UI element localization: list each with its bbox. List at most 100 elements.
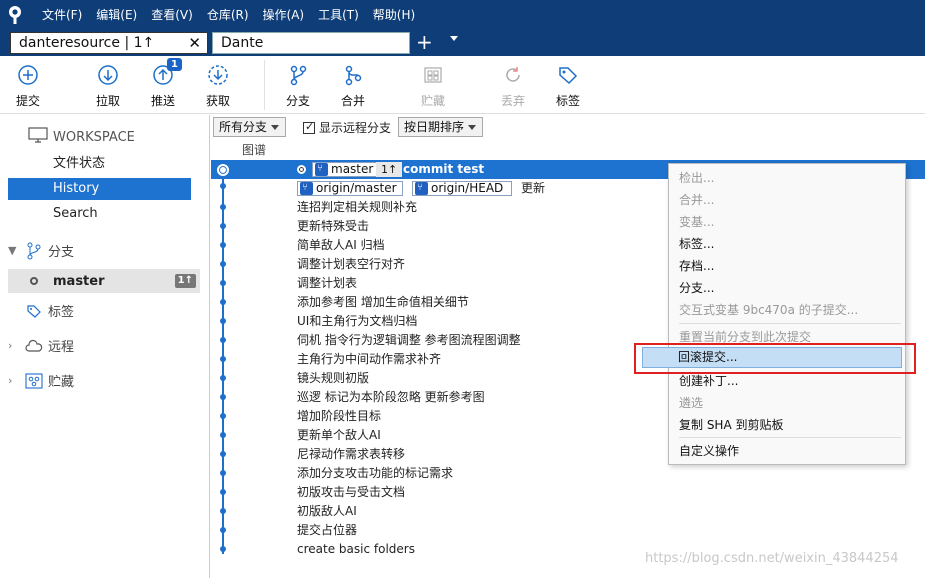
stash-icon [22,372,46,389]
chevron-down-icon: ▼ [8,244,17,257]
push-button[interactable]: 1 推送 [138,58,188,109]
commit-message: 镜头规则初版 [297,371,370,385]
monitor-icon [28,127,48,147]
menu-view[interactable]: 查看(V) [144,0,200,30]
tab-strip: danteresource | 1↑ ✕ Dante + [0,30,925,56]
menu-item-rebase[interactable]: 变基... [679,213,714,231]
sourcetree-logo-icon [0,0,30,30]
graph-column-header[interactable]: 图谱 [242,141,266,158]
menu-item-create-patch[interactable]: 创建补丁... [679,372,738,390]
commit-message: 连招判定相关规则补充 [297,200,418,214]
stash-icon [420,62,446,88]
branch-chip-master: master [312,162,379,177]
current-branch-icon [30,277,38,285]
branch-icon [22,242,46,260]
menu-tools[interactable]: 工具(T) [311,0,366,30]
menu-item-interactive-rebase[interactable]: 交互式变基 9bc470a 的子提交... [679,301,858,319]
sidebar-item-history[interactable]: History [8,178,191,200]
sidebar-section-stashes[interactable]: › 贮藏 [8,371,74,390]
toolbar-divider [264,60,265,110]
branch-filter-select[interactable]: 所有分支 [213,117,287,137]
tab-dropdown-icon[interactable] [450,36,458,41]
branch-icon [315,162,328,176]
head-indicator-icon [297,165,306,174]
menu-item-merge[interactable]: 合并... [679,191,714,209]
commit-message: 调整计划表 [297,276,358,290]
close-icon[interactable]: ✕ [188,34,201,52]
sidebar-section-tags[interactable]: 标签 [8,301,74,320]
branch-button[interactable]: 分支 [273,62,323,109]
menu-help[interactable]: 帮助(H) [366,0,422,30]
chevron-right-icon: › [8,374,13,387]
commit-button[interactable]: 提交 [3,62,53,109]
commit-message: 主角行为中间动作需求补齐 [297,352,442,366]
workspace-label: WORKSPACE [53,129,135,145]
fetch-button[interactable]: 获取 [193,62,243,109]
discard-icon [500,62,526,88]
commit-row[interactable]: 提交占位器 [211,521,925,540]
tab-dante[interactable]: Dante [212,32,410,54]
merge-icon [340,62,366,88]
menu-item-checkout[interactable]: 检出... [679,169,714,187]
fetch-icon [205,62,231,88]
tab-danteresource[interactable]: danteresource | 1↑ ✕ [10,32,208,54]
chevron-right-icon: › [8,339,13,352]
pull-button[interactable]: 拉取 [83,62,133,109]
stashes-label: 贮藏 [48,375,75,390]
branch-icon [300,181,313,195]
commit-message: 添加参考图 增加生命值相关细节 [297,295,469,309]
merge-button[interactable]: 合并 [328,62,378,109]
menu-item-copy-sha[interactable]: 复制 SHA 到剪贴板 [679,416,783,434]
commit-row[interactable]: 添加分支攻击功能的标记需求 [211,464,925,483]
stash-button[interactable]: 贮藏 [408,62,458,109]
menu-file[interactable]: 文件(F) [35,0,89,30]
branch-icon [415,181,428,195]
master-label: master [53,273,105,289]
menu-bar: 文件(F) 编辑(E) 查看(V) 仓库(R) 操作(A) 工具(T) 帮助(H… [0,0,925,30]
push-label: 推送 [150,94,175,108]
menu-item-tag[interactable]: 标签... [679,235,714,253]
commit-node [220,451,226,457]
menu-item-archive[interactable]: 存档... [679,257,714,275]
commit-message: 更新特殊受击 [297,219,370,233]
branch-icon [285,62,311,88]
commit-message: 更新 [521,181,546,195]
commit-node [220,489,226,495]
menu-item-custom-actions[interactable]: 自定义操作 [679,442,739,460]
plus-circle-icon [15,62,41,88]
add-tab-icon[interactable]: + [416,32,433,52]
commit-message: commit test [403,162,485,176]
commit-message: 添加分支攻击功能的标记需求 [297,466,454,480]
sidebar-section-branches[interactable]: ▼ 分支 [8,241,74,260]
commit-message: create basic folders [297,542,415,556]
sidebar-item-search[interactable]: Search [8,203,191,225]
toolbar: 提交 拉取 1 推送 获取 分支 合并 贮藏 丢弃 标签 [0,56,925,114]
discard-button[interactable]: 丢弃 [488,62,538,109]
commit-node [220,470,226,476]
menu-repository[interactable]: 仓库(R) [200,0,256,30]
sidebar-section-remote[interactable]: › 远程 [8,336,74,355]
commit-node [220,261,226,267]
commit-row[interactable]: 初版敌人AI [211,502,925,521]
menu-item-branch[interactable]: 分支... [679,279,714,297]
commit-row[interactable]: 初版攻击与受击文档 [211,483,925,502]
menu-edit[interactable]: 编辑(E) [89,0,144,30]
branch-chip-origin-master: origin/master [297,181,403,196]
sidebar-item-master[interactable]: master 1↑ [8,269,200,293]
master-ahead-badge: 1↑ [174,274,196,288]
commit-node [220,394,226,400]
tag-button[interactable]: 标签 [543,62,593,109]
branches-label: 分支 [48,245,75,260]
cloud-icon [22,339,46,353]
commit-context-menu: 检出... 合并... 变基... 标签... 存档... 分支... 交互式变… [668,163,906,465]
show-remote-checkbox[interactable]: 显示远程分支 [303,119,391,136]
menu-actions[interactable]: 操作(A) [256,0,312,30]
sort-order-select[interactable]: 按日期排序 [398,117,484,137]
sidebar-item-file-status[interactable]: 文件状态 [8,153,191,175]
tag-icon [555,62,581,88]
commit-message: 伺机 指令行为逻辑调整 参考图流程图调整 [297,333,521,347]
commit-node [220,280,226,286]
commit-message: 增加阶段性目标 [297,409,382,423]
menu-item-cherry-pick[interactable]: 遴选 [679,394,703,412]
commit-node [220,432,226,438]
